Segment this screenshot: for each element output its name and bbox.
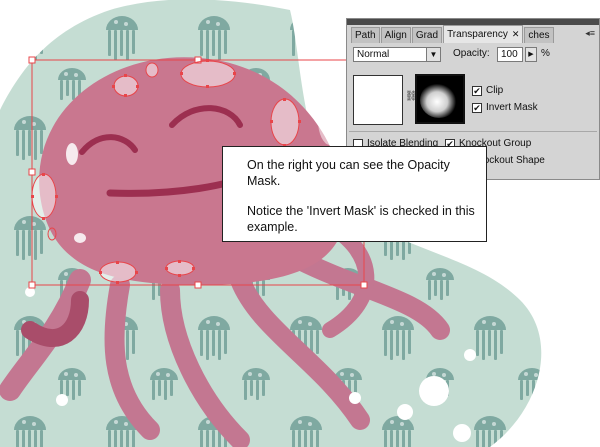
chevron-down-icon[interactable]: ▼ [426,48,440,61]
opacity-mask-thumbnail[interactable] [415,74,465,124]
clip-option[interactable]: ✔ Clip [472,85,503,96]
tab-swatches[interactable]: ches [524,27,554,43]
clip-checkbox[interactable]: ✔ [472,85,482,96]
clip-label: Clip [486,85,504,96]
callout-line-2: Notice the 'Invert Mask' is checked in t… [247,204,475,234]
opacity-input[interactable]: 100 [497,47,523,62]
panel-divider [349,131,597,132]
artwork-thumbnail[interactable] [353,75,403,125]
callout-box: On the right you can see the Opacity Mas… [222,146,487,242]
blend-mode-select[interactable]: Normal ▼ [353,47,441,62]
blend-mode-value: Normal [357,49,390,60]
tab-path[interactable]: Path [351,27,380,43]
panel-menu-icon[interactable]: ◂≡ [585,28,595,39]
tab-transparency[interactable]: Transparency ✕ [443,25,524,43]
invert-mask-label: Invert Mask [486,102,538,113]
invert-mask-option[interactable]: ✔ Invert Mask [472,102,538,113]
mask-preview-icon [417,76,463,122]
opacity-slider-arrow-icon[interactable]: ▶ [525,47,537,62]
opacity-label: Opacity: [453,48,490,59]
tab-align[interactable]: Align [380,27,411,43]
panel-tabs: Path Align Grad Transparency ✕ ches [351,25,599,43]
callout-line-1: On the right you can see the Opacity Mas… [247,158,450,188]
tab-gradient[interactable]: Grad [411,27,443,43]
tab-transparency-label: Transparency [447,29,508,40]
close-icon[interactable]: ✕ [512,29,520,39]
opacity-unit: % [541,48,550,59]
invert-mask-checkbox[interactable]: ✔ [472,102,482,113]
